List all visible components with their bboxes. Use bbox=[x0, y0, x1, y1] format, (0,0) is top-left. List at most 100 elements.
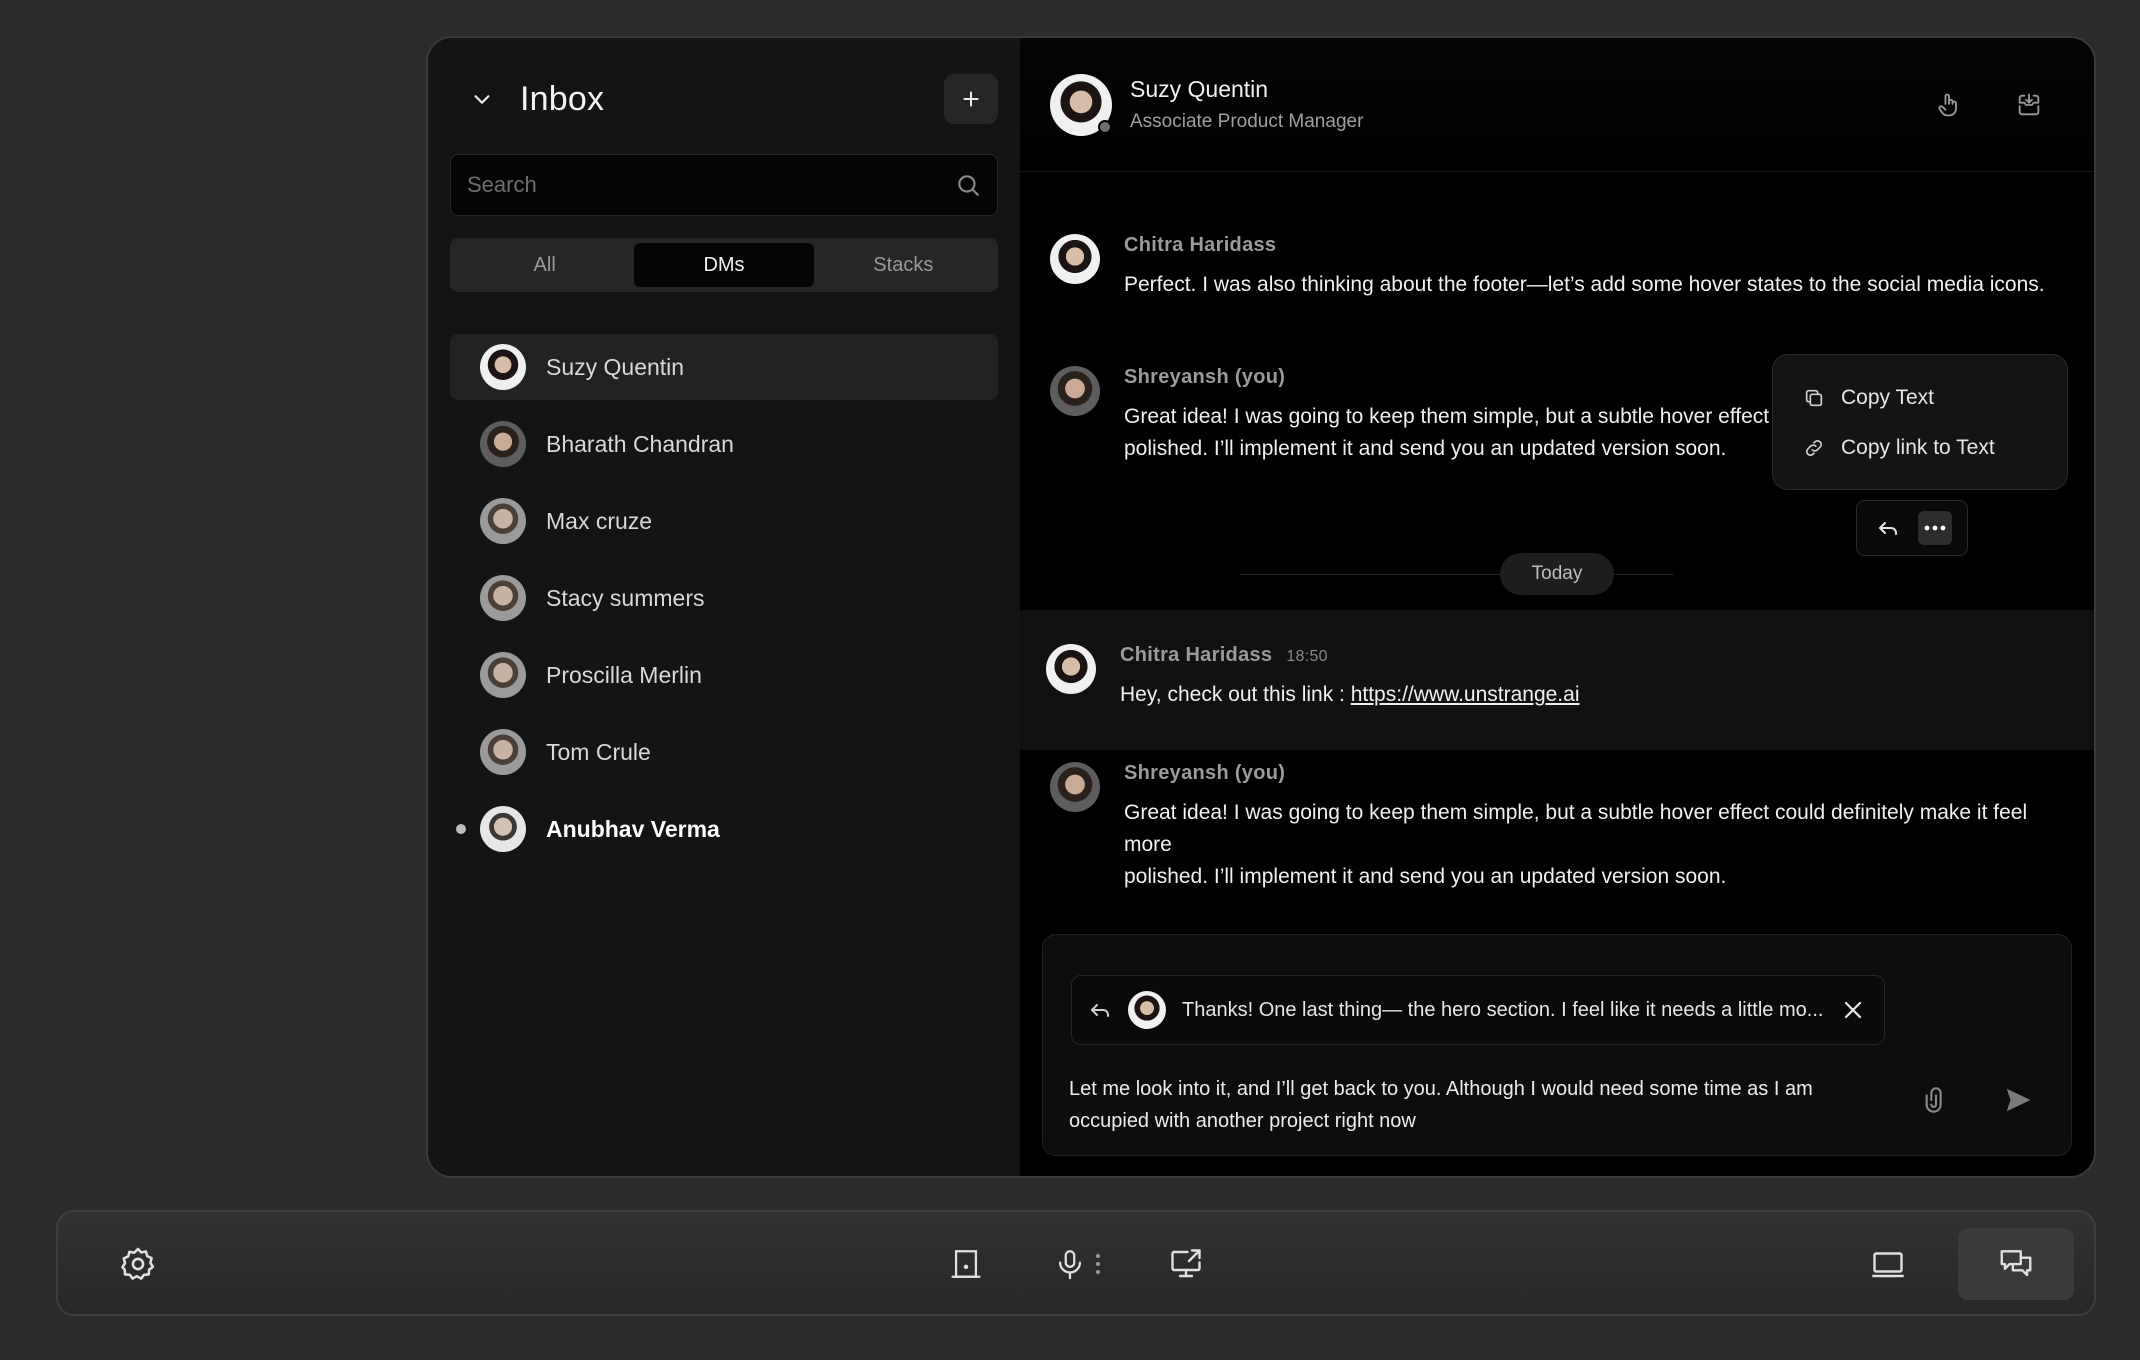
chat-contact-name: Suzy Quentin bbox=[1130, 76, 1269, 102]
avatar bbox=[1050, 762, 1100, 812]
unread-indicator bbox=[456, 824, 466, 834]
sidebar-header: Inbox bbox=[462, 72, 998, 126]
contact-name: Max cruze bbox=[546, 507, 653, 534]
send-button[interactable] bbox=[2003, 1085, 2033, 1115]
plus-icon bbox=[963, 91, 979, 107]
reply-icon bbox=[1091, 1004, 1109, 1017]
cancel-reply-button[interactable] bbox=[1838, 995, 1868, 1025]
reply-preview-text: Thanks! One last thing— the hero section… bbox=[1182, 998, 1824, 1021]
message-author: Shreyansh (you) bbox=[1124, 366, 1286, 388]
message-text: Great idea! I was going to keep them sim… bbox=[1124, 401, 1797, 465]
microphone-icon bbox=[1058, 1250, 1082, 1280]
layout-button[interactable] bbox=[1868, 1244, 1908, 1284]
avatar bbox=[1128, 991, 1166, 1029]
contact-name: Anubhav Verma bbox=[546, 815, 720, 842]
contact-name: Tom Crule bbox=[546, 738, 651, 765]
message-line: Great idea! I was going to keep them sim… bbox=[1124, 405, 1798, 428]
contact-item[interactable]: Bharath Chandran bbox=[450, 411, 998, 477]
contact-name: Bharath Chandran bbox=[546, 430, 734, 457]
avatar bbox=[480, 344, 526, 390]
avatar bbox=[480, 421, 526, 467]
contact-item[interactable]: Anubhav Verma bbox=[450, 796, 998, 862]
message-link[interactable]: https://www.unstrange.ai bbox=[1351, 683, 1580, 706]
chevron-down-icon[interactable] bbox=[462, 79, 502, 119]
message-author: Chitra Haridass bbox=[1124, 234, 1277, 256]
avatar bbox=[480, 729, 526, 775]
message[interactable]: Chitra Haridass 18:50 Hey, check out this… bbox=[1046, 644, 2064, 711]
door-icon bbox=[951, 1250, 981, 1278]
search-input[interactable] bbox=[467, 172, 955, 198]
screen-share-button[interactable] bbox=[1166, 1244, 1206, 1284]
avatar bbox=[480, 498, 526, 544]
gear-icon bbox=[121, 1247, 155, 1280]
chat-contact-role: Associate Product Manager bbox=[1130, 111, 1364, 132]
microphone-button[interactable] bbox=[1050, 1244, 1090, 1284]
message-context-menu: Copy Text Copy link to Text bbox=[1772, 354, 2068, 490]
chat-toggle-button[interactable] bbox=[1996, 1244, 2036, 1284]
tab-dms[interactable]: DMs bbox=[634, 243, 814, 287]
contact-name: Suzy Quentin bbox=[546, 353, 685, 380]
chat-panel: Suzy Quentin Associate Product Manager C… bbox=[1020, 38, 2094, 1176]
link-icon bbox=[1805, 439, 1823, 457]
tab-stacks[interactable]: Stacks bbox=[814, 243, 993, 287]
nudge-button[interactable] bbox=[1934, 90, 1964, 120]
new-message-button[interactable] bbox=[944, 74, 998, 124]
menu-item-label: Copy Text bbox=[1841, 386, 1934, 409]
search-box bbox=[450, 154, 998, 216]
inbox-download-icon bbox=[2018, 93, 2040, 116]
message-line: polished. I’ll implement it and send you… bbox=[1124, 865, 1727, 888]
hand-pointer-icon bbox=[1938, 93, 1957, 117]
download-button[interactable] bbox=[2014, 90, 2044, 120]
avatar bbox=[480, 575, 526, 621]
inbox-title: Inbox bbox=[520, 79, 605, 118]
inbox-window: Inbox All DMs Stacks Suzy Quentin Bharat… bbox=[426, 36, 2096, 1178]
message-line: Hey, check out this link : bbox=[1120, 683, 1351, 706]
message-line: polished. I’ll implement it and send you… bbox=[1124, 437, 1727, 460]
filter-tabs: All DMs Stacks bbox=[450, 238, 998, 292]
message-line: Great idea! I was going to keep them sim… bbox=[1124, 801, 2028, 856]
copy-icon bbox=[1805, 389, 1823, 407]
chat-header: Suzy Quentin Associate Product Manager bbox=[1020, 38, 2094, 172]
avatar bbox=[480, 806, 526, 852]
message-hover-toolbar bbox=[1856, 500, 1968, 556]
sidebar: Inbox All DMs Stacks Suzy Quentin Bharat… bbox=[428, 38, 1020, 1176]
chat-bubbles-icon bbox=[2000, 1250, 2032, 1277]
settings-button[interactable] bbox=[118, 1244, 158, 1284]
reply-button[interactable] bbox=[1873, 513, 1903, 543]
message-input[interactable]: Let me look into it, and I’ll get back t… bbox=[1069, 1073, 1869, 1137]
contact-item[interactable]: Suzy Quentin bbox=[450, 334, 998, 400]
menu-item-copy-text[interactable]: Copy Text bbox=[1803, 373, 2067, 423]
reply-preview: Thanks! One last thing— the hero section… bbox=[1071, 975, 1885, 1045]
menu-item-copy-link[interactable]: Copy link to Text bbox=[1803, 423, 2067, 473]
contact-item[interactable]: Max cruze bbox=[450, 488, 998, 554]
date-divider-label: Today bbox=[1499, 553, 1615, 595]
message-input-line: Let me look into it, and I’ll get back t… bbox=[1069, 1078, 1813, 1100]
message-author-name: Chitra Haridass bbox=[1120, 644, 1273, 666]
search-icon[interactable] bbox=[955, 172, 981, 198]
leave-room-button[interactable] bbox=[946, 1244, 986, 1284]
paperclip-icon bbox=[1925, 1087, 1942, 1113]
contact-item[interactable]: Stacy summers bbox=[450, 565, 998, 631]
contact-list: Suzy Quentin Bharath Chandran Max cruze … bbox=[450, 334, 998, 873]
message[interactable]: Chitra Haridass Perfect. I was also thin… bbox=[1050, 234, 2064, 301]
message-author: Shreyansh (you) bbox=[1124, 762, 1286, 784]
contact-name: Proscilla Merlin bbox=[546, 661, 702, 688]
date-divider: Today bbox=[1020, 552, 2094, 596]
microphone-options-button[interactable] bbox=[1088, 1244, 1108, 1284]
contact-item[interactable]: Proscilla Merlin bbox=[450, 642, 998, 708]
attach-button[interactable] bbox=[1921, 1085, 1951, 1115]
message-text: Hey, check out this link : https://www.u… bbox=[1120, 679, 1580, 711]
message-input-line: occupied with another project right now bbox=[1069, 1110, 1416, 1132]
laptop-icon bbox=[1872, 1252, 1904, 1278]
avatar bbox=[1050, 234, 1100, 284]
more-vertical-icon bbox=[1096, 1254, 1100, 1274]
menu-item-label: Copy link to Text bbox=[1841, 436, 1995, 459]
more-options-button[interactable] bbox=[1917, 511, 1952, 545]
send-icon bbox=[2006, 1088, 2031, 1112]
tab-all[interactable]: All bbox=[455, 243, 634, 287]
message[interactable]: Shreyansh (you) Great idea! I was going … bbox=[1050, 762, 2064, 893]
contact-name: Stacy summers bbox=[546, 584, 705, 611]
contact-item[interactable]: Tom Crule bbox=[450, 719, 998, 785]
avatar bbox=[1046, 644, 1096, 694]
reply-icon bbox=[1878, 522, 1897, 535]
